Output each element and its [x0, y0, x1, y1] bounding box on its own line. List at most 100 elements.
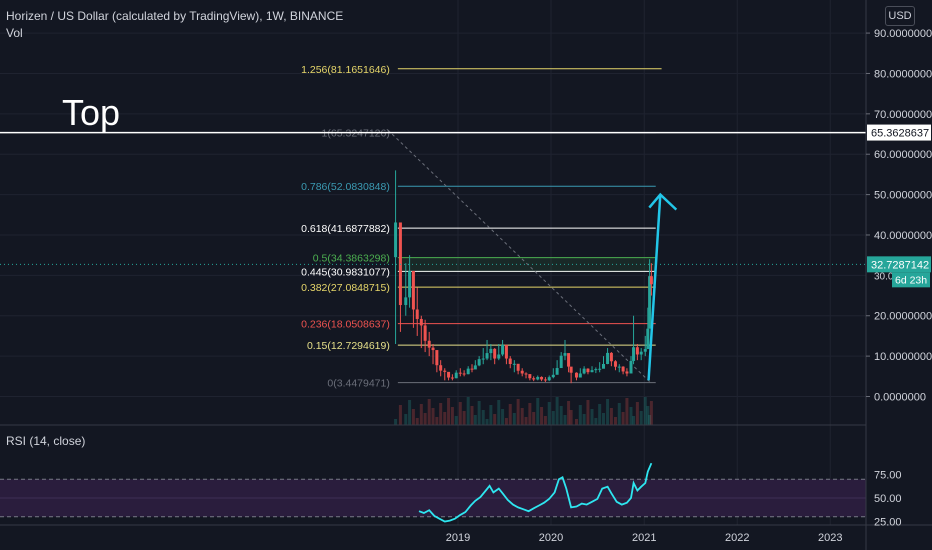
time-axis-label: 2022: [725, 532, 749, 544]
candle-body: [508, 358, 512, 364]
candle-body: [454, 372, 458, 379]
candle-body: [439, 365, 443, 371]
rsi-tick-label: 75.00: [874, 470, 902, 482]
volume-bar: [481, 410, 485, 425]
time-axis-label: 2021: [632, 532, 656, 544]
volume-bar: [427, 399, 431, 425]
volume-bar: [582, 414, 586, 425]
chart-canvas[interactable]: 1.256(81.1651646) 1(65.3247126) 0.786(52.0…: [0, 0, 932, 550]
volume-bar: [547, 402, 551, 425]
fib-level-label: 0.236(18.0508637): [301, 319, 390, 331]
candle-body: [590, 370, 594, 373]
volume-bar: [447, 398, 451, 425]
chart-title: Horizen / US Dollar (calculated by Tradi…: [6, 9, 344, 23]
fib-level-label: 0(3.4479471): [327, 378, 389, 390]
candle-body: [629, 360, 633, 374]
candle-body: [394, 222, 398, 258]
candle-body: [547, 377, 551, 381]
candle-body: [625, 371, 629, 374]
candle-body: [598, 368, 602, 370]
price-tick-label: 40.0000000: [874, 230, 932, 242]
volume-bar: [497, 400, 501, 425]
candle-body: [617, 366, 621, 368]
volume-bar: [485, 419, 489, 425]
candle-body: [447, 371, 451, 378]
volume-bar: [578, 405, 582, 425]
candle-body: [569, 366, 573, 373]
volume-bar: [621, 412, 625, 425]
candle-body: [481, 358, 485, 360]
volume-bar: [493, 414, 497, 425]
candle-body: [443, 370, 447, 372]
volume-bar: [569, 410, 573, 425]
volume-bar: [649, 401, 653, 425]
price-tick-label: 10.0000000: [874, 351, 932, 363]
volume-bar: [466, 397, 470, 425]
volume-bar: [635, 402, 639, 425]
volume-bars: [394, 397, 653, 425]
drawing-overlay[interactable]: [0, 131, 866, 381]
top-annotation[interactable]: Top: [62, 92, 120, 134]
candle-body: [621, 366, 625, 372]
candle-body: [586, 368, 590, 373]
time-axis-label: 2020: [539, 532, 563, 544]
fibonacci-retracement[interactable]: 1.256(81.1651646) 1(65.3247126) 0.786(52.0…: [301, 64, 662, 390]
candle-body: [398, 222, 402, 306]
candle-body: [423, 325, 427, 341]
candle-body: [485, 353, 489, 359]
volume-bar: [540, 407, 544, 425]
volume-bar: [470, 406, 474, 425]
candle-body: [543, 379, 547, 381]
volume-bar: [543, 416, 547, 425]
partial-price-tick: 30.0: [874, 271, 894, 282]
candle-body: [435, 350, 439, 366]
volume-bar: [501, 409, 505, 425]
candle-body: [501, 344, 505, 355]
volume-bar: [450, 407, 454, 425]
volume-bar: [632, 416, 636, 425]
volume-bar: [586, 400, 590, 425]
candle-body: [528, 374, 532, 379]
candle-body: [532, 378, 536, 380]
candle-body: [415, 309, 419, 319]
candle-body: [606, 352, 610, 364]
candle-body: [643, 349, 647, 352]
candle-body: [427, 340, 431, 348]
volume-bar: [574, 419, 578, 425]
candle-body: [489, 348, 493, 354]
fib-trend-line: [387, 129, 651, 383]
volume-bar: [512, 413, 516, 425]
volume-bar: [536, 398, 540, 425]
volume-bar: [504, 418, 508, 425]
candle-body: [551, 374, 555, 378]
price-tick-label: 0.0000000: [874, 392, 926, 404]
volume-bar: [594, 418, 598, 425]
fib-level-label: 0.15(12.7294619): [307, 340, 390, 352]
volume-bar: [462, 411, 466, 425]
candle-body: [613, 361, 617, 367]
currency-button[interactable]: USD: [885, 6, 915, 26]
volume-bar: [598, 404, 602, 425]
candle-body: [540, 376, 544, 380]
volume-bar: [532, 412, 536, 425]
candle-body: [574, 372, 578, 378]
candle-body: [477, 359, 481, 366]
candle-body: [635, 347, 639, 355]
volume-bar: [419, 404, 423, 425]
volume-bar: [520, 408, 524, 425]
candle-body: [646, 328, 650, 350]
fib-level-label: 0.618(41.6877882): [301, 223, 390, 235]
candle-body: [450, 377, 454, 379]
volume-bar: [398, 405, 402, 425]
volume-bar: [411, 409, 415, 425]
volume-bar: [415, 418, 419, 425]
candle-body: [497, 354, 501, 359]
volume-bar: [439, 403, 443, 425]
rsi-tick-label: 50.00: [874, 493, 902, 505]
volume-bar: [559, 406, 563, 425]
candle-body: [582, 368, 586, 374]
countdown-label: 6d 23h: [895, 274, 927, 286]
volume-bar: [408, 400, 412, 425]
candle-body: [563, 353, 567, 356]
volume-label: Vol: [6, 26, 23, 40]
